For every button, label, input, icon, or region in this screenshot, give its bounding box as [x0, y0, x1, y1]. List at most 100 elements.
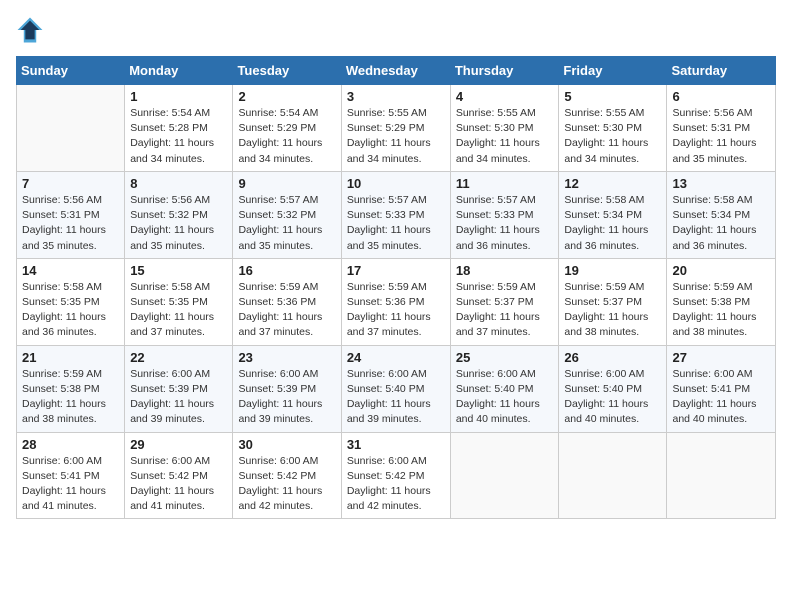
- header-saturday: Saturday: [667, 57, 776, 85]
- logo-icon: [16, 16, 44, 44]
- calendar-cell: 11 Sunrise: 5:57 AM Sunset: 5:33 PM Dayli…: [450, 171, 559, 258]
- day-info: Sunrise: 5:58 AM Sunset: 5:34 PM Dayligh…: [672, 193, 770, 254]
- header-tuesday: Tuesday: [233, 57, 341, 85]
- calendar-header-row: SundayMondayTuesdayWednesdayThursdayFrid…: [17, 57, 776, 85]
- day-number: 23: [238, 350, 335, 365]
- calendar-cell: 20 Sunrise: 5:59 AM Sunset: 5:38 PM Dayli…: [667, 258, 776, 345]
- day-info: Sunrise: 6:00 AM Sunset: 5:40 PM Dayligh…: [456, 367, 554, 428]
- calendar-cell: 31Sunrise: 6:00 AM Sunset: 5:42 PM Dayli…: [341, 432, 450, 519]
- week-row-4: 21Sunrise: 5:59 AM Sunset: 5:38 PM Dayli…: [17, 345, 776, 432]
- calendar-cell: 29 Sunrise: 6:00 AM Sunset: 5:42 PM Dayli…: [125, 432, 233, 519]
- week-row-1: 1 Sunrise: 5:54 AM Sunset: 5:28 PM Daylig…: [17, 85, 776, 172]
- calendar-cell: [667, 432, 776, 519]
- day-number: 4: [456, 89, 554, 104]
- day-info: Sunrise: 6:00 AM Sunset: 5:41 PM Dayligh…: [22, 454, 119, 515]
- day-number: 25: [456, 350, 554, 365]
- calendar-cell: 22 Sunrise: 6:00 AM Sunset: 5:39 PM Dayli…: [125, 345, 233, 432]
- calendar-cell: [559, 432, 667, 519]
- calendar-cell: 18 Sunrise: 5:59 AM Sunset: 5:37 PM Dayli…: [450, 258, 559, 345]
- day-number: 15: [130, 263, 227, 278]
- calendar-cell: 5 Sunrise: 5:55 AM Sunset: 5:30 PM Daylig…: [559, 85, 667, 172]
- day-info: Sunrise: 5:57 AM Sunset: 5:33 PM Dayligh…: [456, 193, 554, 254]
- calendar-cell: 10 Sunrise: 5:57 AM Sunset: 5:33 PM Dayli…: [341, 171, 450, 258]
- day-info: Sunrise: 5:59 AM Sunset: 5:36 PM Dayligh…: [238, 280, 335, 341]
- day-number: 13: [672, 176, 770, 191]
- calendar-cell: 2 Sunrise: 5:54 AM Sunset: 5:29 PM Daylig…: [233, 85, 341, 172]
- day-number: 22: [130, 350, 227, 365]
- calendar-cell: 9Sunrise: 5:57 AM Sunset: 5:32 PM Daylig…: [233, 171, 341, 258]
- day-info: Sunrise: 5:54 AM Sunset: 5:28 PM Dayligh…: [130, 106, 227, 167]
- calendar-cell: [450, 432, 559, 519]
- calendar-cell: 14 Sunrise: 5:58 AM Sunset: 5:35 PM Dayli…: [17, 258, 125, 345]
- day-info: Sunrise: 5:57 AM Sunset: 5:32 PM Dayligh…: [238, 193, 335, 254]
- calendar-cell: [17, 85, 125, 172]
- week-row-2: 7Sunrise: 5:56 AM Sunset: 5:31 PM Daylig…: [17, 171, 776, 258]
- week-row-3: 14 Sunrise: 5:58 AM Sunset: 5:35 PM Dayli…: [17, 258, 776, 345]
- calendar-cell: 19Sunrise: 5:59 AM Sunset: 5:37 PM Dayli…: [559, 258, 667, 345]
- day-number: 7: [22, 176, 119, 191]
- day-info: Sunrise: 6:00 AM Sunset: 5:42 PM Dayligh…: [130, 454, 227, 515]
- day-info: Sunrise: 5:58 AM Sunset: 5:34 PM Dayligh…: [564, 193, 661, 254]
- calendar-cell: 12 Sunrise: 5:58 AM Sunset: 5:34 PM Dayli…: [559, 171, 667, 258]
- day-info: Sunrise: 5:58 AM Sunset: 5:35 PM Dayligh…: [130, 280, 227, 341]
- day-info: Sunrise: 6:00 AM Sunset: 5:41 PM Dayligh…: [672, 367, 770, 428]
- header: [16, 16, 776, 44]
- calendar-cell: 17 Sunrise: 5:59 AM Sunset: 5:36 PM Dayli…: [341, 258, 450, 345]
- day-number: 11: [456, 176, 554, 191]
- header-wednesday: Wednesday: [341, 57, 450, 85]
- day-number: 2: [238, 89, 335, 104]
- calendar-cell: 1 Sunrise: 5:54 AM Sunset: 5:28 PM Daylig…: [125, 85, 233, 172]
- day-number: 28: [22, 437, 119, 452]
- calendar-cell: 6 Sunrise: 5:56 AM Sunset: 5:31 PM Daylig…: [667, 85, 776, 172]
- day-number: 20: [672, 263, 770, 278]
- day-info: Sunrise: 5:59 AM Sunset: 5:36 PM Dayligh…: [347, 280, 445, 341]
- calendar-cell: 4Sunrise: 5:55 AM Sunset: 5:30 PM Daylig…: [450, 85, 559, 172]
- calendar-cell: 28 Sunrise: 6:00 AM Sunset: 5:41 PM Dayli…: [17, 432, 125, 519]
- day-info: Sunrise: 5:59 AM Sunset: 5:38 PM Dayligh…: [672, 280, 770, 341]
- day-info: Sunrise: 6:00 AM Sunset: 5:39 PM Dayligh…: [238, 367, 335, 428]
- day-number: 29: [130, 437, 227, 452]
- calendar-cell: 24Sunrise: 6:00 AM Sunset: 5:40 PM Dayli…: [341, 345, 450, 432]
- calendar-cell: 13 Sunrise: 5:58 AM Sunset: 5:34 PM Dayli…: [667, 171, 776, 258]
- calendar-cell: 21Sunrise: 5:59 AM Sunset: 5:38 PM Dayli…: [17, 345, 125, 432]
- day-info: Sunrise: 5:55 AM Sunset: 5:29 PM Dayligh…: [347, 106, 445, 167]
- day-number: 12: [564, 176, 661, 191]
- day-number: 27: [672, 350, 770, 365]
- day-number: 5: [564, 89, 661, 104]
- calendar-cell: 30 Sunrise: 6:00 AM Sunset: 5:42 PM Dayli…: [233, 432, 341, 519]
- calendar-cell: 7Sunrise: 5:56 AM Sunset: 5:31 PM Daylig…: [17, 171, 125, 258]
- calendar-cell: 15 Sunrise: 5:58 AM Sunset: 5:35 PM Dayli…: [125, 258, 233, 345]
- day-number: 17: [347, 263, 445, 278]
- day-number: 3: [347, 89, 445, 104]
- calendar-cell: 8Sunrise: 5:56 AM Sunset: 5:32 PM Daylig…: [125, 171, 233, 258]
- day-info: Sunrise: 5:54 AM Sunset: 5:29 PM Dayligh…: [238, 106, 335, 167]
- day-number: 1: [130, 89, 227, 104]
- day-number: 26: [564, 350, 661, 365]
- day-number: 30: [238, 437, 335, 452]
- header-sunday: Sunday: [17, 57, 125, 85]
- day-info: Sunrise: 5:59 AM Sunset: 5:37 PM Dayligh…: [456, 280, 554, 341]
- day-info: Sunrise: 5:55 AM Sunset: 5:30 PM Dayligh…: [564, 106, 661, 167]
- calendar-cell: 23 Sunrise: 6:00 AM Sunset: 5:39 PM Dayli…: [233, 345, 341, 432]
- day-number: 14: [22, 263, 119, 278]
- header-thursday: Thursday: [450, 57, 559, 85]
- day-info: Sunrise: 5:57 AM Sunset: 5:33 PM Dayligh…: [347, 193, 445, 254]
- day-info: Sunrise: 6:00 AM Sunset: 5:42 PM Dayligh…: [347, 454, 445, 515]
- calendar-cell: 26 Sunrise: 6:00 AM Sunset: 5:40 PM Dayli…: [559, 345, 667, 432]
- day-number: 10: [347, 176, 445, 191]
- day-info: Sunrise: 5:59 AM Sunset: 5:38 PM Dayligh…: [22, 367, 119, 428]
- day-info: Sunrise: 6:00 AM Sunset: 5:40 PM Dayligh…: [564, 367, 661, 428]
- day-number: 16: [238, 263, 335, 278]
- day-info: Sunrise: 5:56 AM Sunset: 5:32 PM Dayligh…: [130, 193, 227, 254]
- calendar-cell: 16 Sunrise: 5:59 AM Sunset: 5:36 PM Dayli…: [233, 258, 341, 345]
- day-info: Sunrise: 5:58 AM Sunset: 5:35 PM Dayligh…: [22, 280, 119, 341]
- day-info: Sunrise: 6:00 AM Sunset: 5:39 PM Dayligh…: [130, 367, 227, 428]
- logo: [16, 16, 48, 44]
- day-number: 18: [456, 263, 554, 278]
- calendar-cell: 27 Sunrise: 6:00 AM Sunset: 5:41 PM Dayli…: [667, 345, 776, 432]
- day-number: 6: [672, 89, 770, 104]
- day-info: Sunrise: 5:59 AM Sunset: 5:37 PM Dayligh…: [564, 280, 661, 341]
- day-number: 24: [347, 350, 445, 365]
- day-info: Sunrise: 5:56 AM Sunset: 5:31 PM Dayligh…: [672, 106, 770, 167]
- day-info: Sunrise: 6:00 AM Sunset: 5:42 PM Dayligh…: [238, 454, 335, 515]
